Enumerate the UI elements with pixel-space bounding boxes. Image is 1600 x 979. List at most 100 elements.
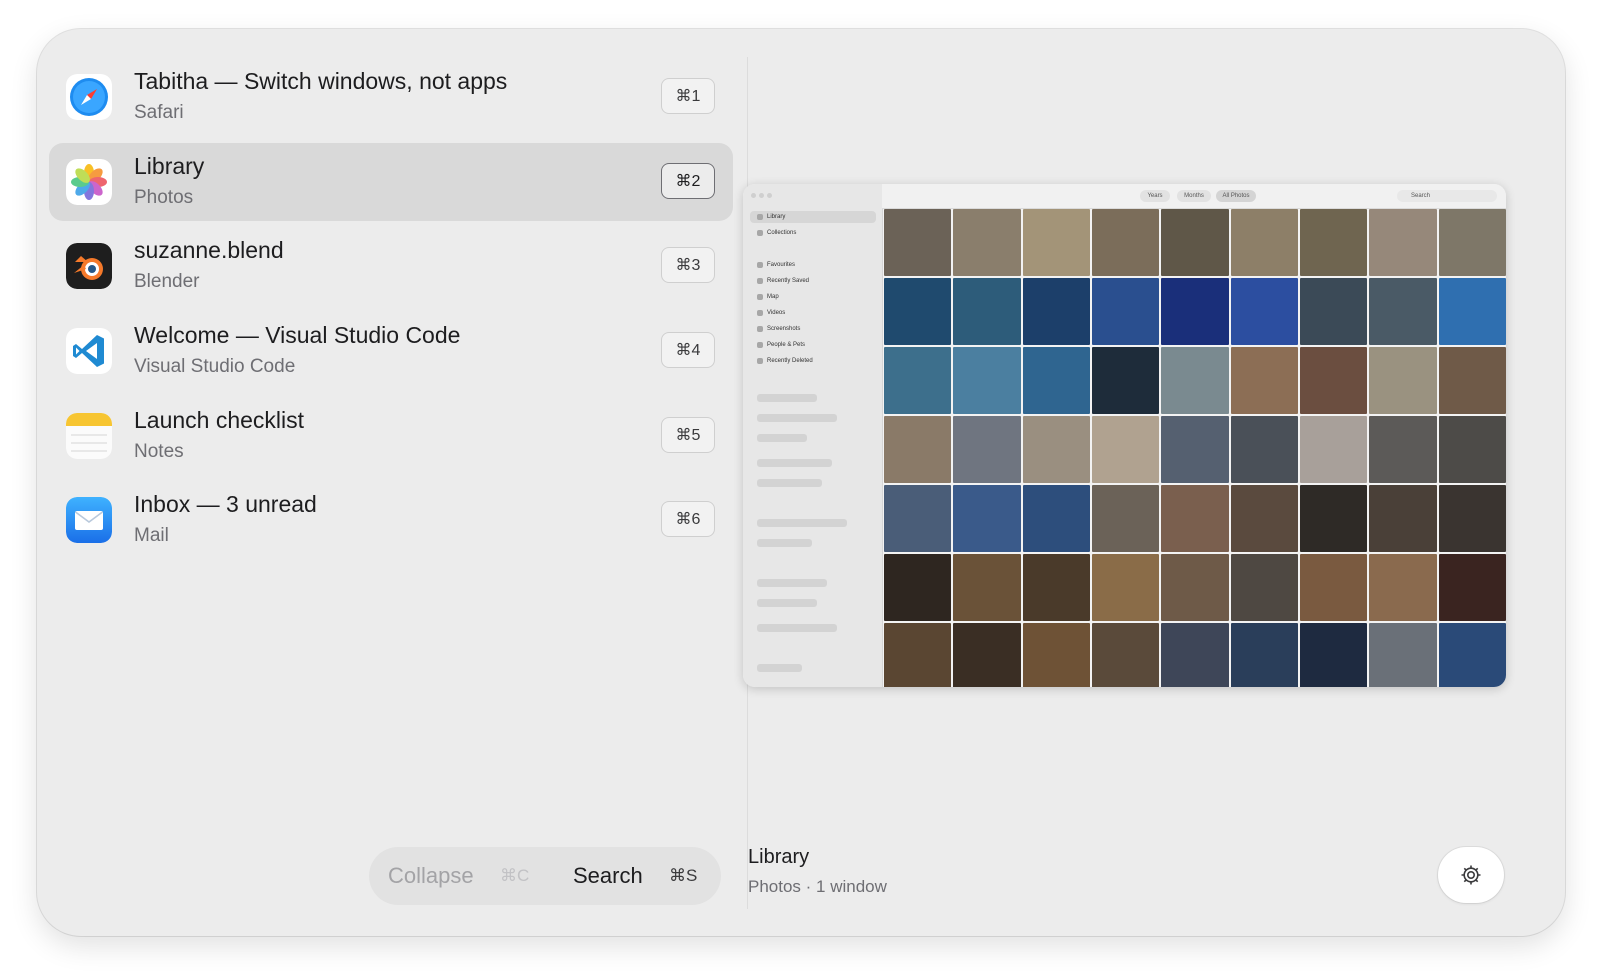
photo-tile bbox=[1369, 485, 1437, 552]
collapse-shortcut: ⌘C bbox=[500, 866, 530, 885]
preview-window-title: Library bbox=[748, 846, 810, 868]
photo-tile bbox=[884, 347, 952, 414]
photo-tile bbox=[1230, 416, 1298, 483]
preview-search: Search bbox=[1397, 190, 1497, 202]
search-button[interactable]: Search bbox=[573, 863, 643, 889]
photo-tile bbox=[1092, 209, 1160, 276]
photo-tile bbox=[1161, 347, 1229, 414]
photo-tile bbox=[1300, 416, 1368, 483]
preview-sidebar-item: Recently Saved bbox=[767, 278, 810, 284]
shortcut-badge: ⌘5 bbox=[661, 417, 715, 453]
photo-tile bbox=[953, 278, 1021, 345]
photo-tile bbox=[1438, 485, 1506, 552]
photo-tile bbox=[1230, 485, 1298, 552]
app-name: Photos bbox=[134, 187, 194, 208]
photo-tile bbox=[1022, 623, 1090, 687]
window-title: Inbox — 3 unread bbox=[134, 491, 317, 517]
photo-tile bbox=[1022, 416, 1090, 483]
preview-sidebar-item: People & Pets bbox=[767, 342, 806, 348]
shortcut-badge: ⌘6 bbox=[661, 501, 715, 537]
photo-tile bbox=[1161, 278, 1229, 345]
preview-sidebar-item: Map bbox=[767, 294, 779, 300]
photo-tile bbox=[1161, 623, 1229, 687]
photo-tile bbox=[953, 209, 1021, 276]
photo-tile bbox=[1300, 278, 1368, 345]
photo-tile bbox=[1161, 416, 1229, 483]
photo-tile bbox=[1230, 623, 1298, 687]
preview-sidebar-item: Screenshots bbox=[767, 326, 801, 332]
photo-tile bbox=[1300, 209, 1368, 276]
photo-tile bbox=[1022, 347, 1090, 414]
photo-tile bbox=[1300, 347, 1368, 414]
shortcut-badge: ⌘3 bbox=[661, 247, 715, 283]
preview-window-subtitle: Photos · 1 window bbox=[748, 877, 887, 896]
window-title: Library bbox=[134, 153, 205, 179]
photo-tile bbox=[1300, 485, 1368, 552]
photo-tile bbox=[1438, 347, 1506, 414]
photo-tile bbox=[1438, 623, 1506, 687]
photo-tile bbox=[1022, 485, 1090, 552]
window-row-safari[interactable]: Tabitha — Switch windows, not apps Safar… bbox=[49, 58, 733, 136]
photo-tile bbox=[1092, 623, 1160, 687]
photo-tile bbox=[1230, 209, 1298, 276]
app-name: Mail bbox=[134, 525, 169, 546]
app-name: Notes bbox=[134, 441, 184, 462]
window-row-notes[interactable]: Launch checklist Notes ⌘5 bbox=[49, 397, 733, 475]
vscode-icon bbox=[66, 328, 112, 374]
photo-tile bbox=[1092, 278, 1160, 345]
photo-tile bbox=[884, 209, 952, 276]
photo-tile bbox=[1438, 278, 1506, 345]
window-row-vscode[interactable]: Welcome — Visual Studio Code Visual Stud… bbox=[49, 312, 733, 390]
app-name: Safari bbox=[134, 102, 184, 123]
photo-tile bbox=[884, 485, 952, 552]
photo-tile bbox=[1230, 554, 1298, 621]
photo-tile bbox=[1369, 278, 1437, 345]
photo-tile bbox=[1300, 623, 1368, 687]
collapse-button[interactable]: Collapse bbox=[388, 863, 474, 889]
app-name: Visual Studio Code bbox=[134, 356, 296, 377]
shortcut-badge: ⌘2 bbox=[661, 163, 715, 199]
mail-icon bbox=[66, 497, 112, 543]
photo-tile bbox=[953, 554, 1021, 621]
photo-tile bbox=[1022, 554, 1090, 621]
preview-sidebar: Library Collections Favourites Recently … bbox=[743, 184, 883, 687]
photo-tile bbox=[953, 623, 1021, 687]
photo-tile bbox=[953, 485, 1021, 552]
photo-tile bbox=[1092, 485, 1160, 552]
photo-tile bbox=[1438, 554, 1506, 621]
photo-tile bbox=[1092, 347, 1160, 414]
photo-tile bbox=[1369, 347, 1437, 414]
app-name: Blender bbox=[134, 271, 200, 292]
window-title: Launch checklist bbox=[134, 407, 305, 433]
shortcut-badge: ⌘4 bbox=[661, 332, 715, 368]
photo-tile bbox=[1369, 209, 1437, 276]
photo-tile bbox=[1438, 416, 1506, 483]
photo-tile bbox=[1161, 209, 1229, 276]
window-row-blender[interactable]: suzanne.blend Blender ⌘3 bbox=[49, 227, 733, 305]
photo-tile bbox=[1369, 554, 1437, 621]
preview-photo-grid bbox=[884, 209, 1506, 687]
photo-tile bbox=[1369, 623, 1437, 687]
window-row-photos[interactable]: Library Photos ⌘2 bbox=[49, 143, 733, 221]
preview-chip: All Photos bbox=[1216, 190, 1256, 202]
blender-icon bbox=[66, 243, 112, 289]
bottom-toolbar: Collapse ⌘C Search ⌘S bbox=[370, 848, 720, 904]
gear-icon bbox=[1461, 865, 1481, 885]
photo-tile bbox=[884, 623, 952, 687]
window-preview-thumbnail[interactable]: Library Collections Favourites Recently … bbox=[743, 184, 1506, 687]
photo-tile bbox=[884, 554, 952, 621]
notes-icon bbox=[66, 413, 112, 459]
photo-tile bbox=[1092, 416, 1160, 483]
safari-icon bbox=[66, 74, 112, 120]
photo-tile bbox=[1022, 278, 1090, 345]
settings-button[interactable] bbox=[1438, 847, 1504, 903]
preview-chip: Months bbox=[1177, 190, 1211, 202]
preview-sidebar-item: Recently Deleted bbox=[767, 358, 813, 364]
window-row-mail[interactable]: Inbox — 3 unread Mail ⌘6 bbox=[49, 481, 733, 559]
window-title: Tabitha — Switch windows, not apps bbox=[134, 68, 508, 94]
photo-tile bbox=[1438, 209, 1506, 276]
window-title: Welcome — Visual Studio Code bbox=[134, 322, 461, 348]
photo-tile bbox=[884, 416, 952, 483]
photos-icon bbox=[66, 159, 112, 205]
preview-toolbar: Years Months All Photos Search bbox=[882, 184, 1506, 209]
